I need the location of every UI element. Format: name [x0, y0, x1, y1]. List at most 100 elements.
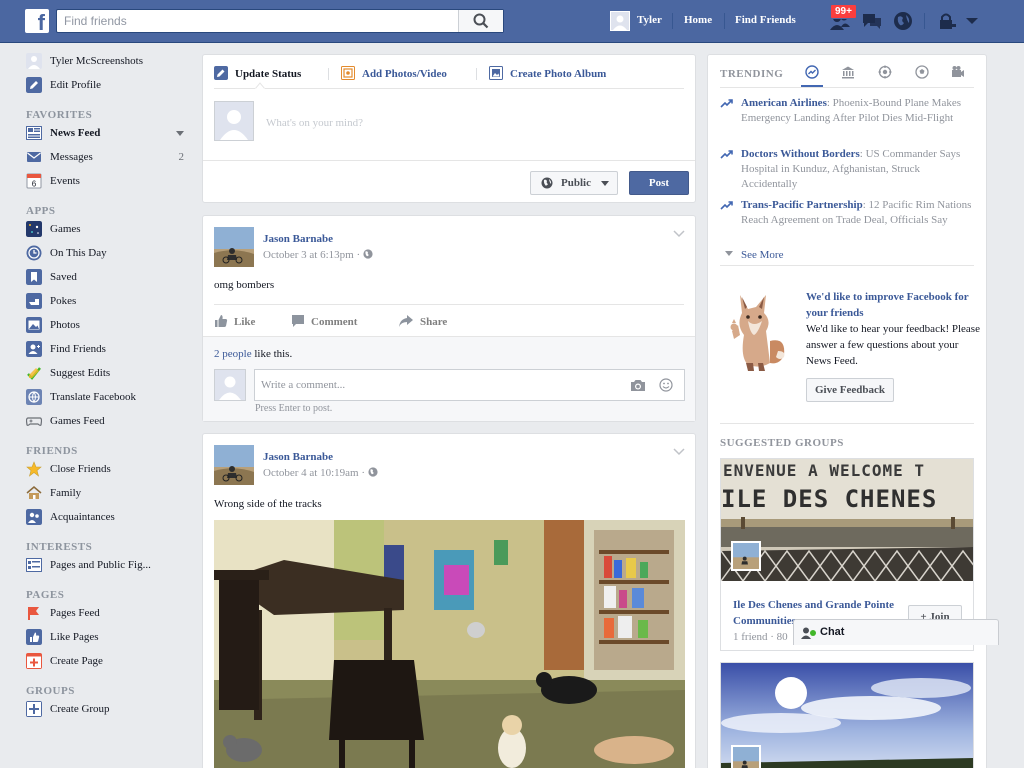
- photo-album-icon: [489, 66, 503, 80]
- trending-arrow-icon: [720, 150, 733, 159]
- sidebar-item-games-feed[interactable]: Games Feed: [26, 412, 190, 436]
- comment-input[interactable]: [255, 370, 615, 400]
- sidebar-item-photos[interactable]: Photos: [26, 316, 190, 340]
- notifications-globe-icon[interactable]: [892, 11, 914, 31]
- sidebar-item-pokes[interactable]: Pokes: [26, 292, 190, 316]
- trending-item[interactable]: American Airlines: Phoenix-Bound Plane M…: [720, 96, 978, 126]
- calendar-day-number: 6: [32, 180, 37, 189]
- sidebar-profile-link[interactable]: Tyler McScreenshots: [26, 52, 190, 76]
- sidebar-item-pages-feed[interactable]: Pages Feed: [26, 604, 190, 628]
- trending-politics-icon[interactable]: [841, 65, 855, 79]
- trending-topic[interactable]: Doctors Without Borders: [741, 148, 860, 160]
- likers-link[interactable]: 2 people: [214, 348, 252, 360]
- story-options-chevron-down-icon[interactable]: [673, 448, 685, 456]
- nav-separator: [924, 13, 925, 29]
- facebook-logo[interactable]: f: [25, 9, 49, 33]
- share-button[interactable]: Share: [398, 314, 447, 329]
- sidebar-item-events[interactable]: 6 Events: [26, 172, 190, 196]
- news-feed-options-chevron-down-icon[interactable]: [176, 131, 184, 136]
- nav-home-link[interactable]: Home: [684, 14, 712, 26]
- sidebar-item-close-friends[interactable]: Close Friends: [26, 460, 190, 484]
- trending-science-icon[interactable]: [878, 65, 892, 79]
- find-friends-icon: [26, 341, 42, 357]
- messages-icon: [27, 152, 41, 162]
- tab-create-photo-album[interactable]: Create Photo Album: [489, 66, 606, 82]
- sidebar-edit-profile[interactable]: Edit Profile: [26, 76, 190, 100]
- account-menu-chevron-down-icon[interactable]: [964, 11, 980, 31]
- feedback-title-link[interactable]: We'd like to improve Facebook for your f…: [806, 289, 982, 321]
- sidebar-item-find-friends[interactable]: Find Friends: [26, 340, 190, 364]
- sidebar-item-games[interactable]: Games: [26, 220, 190, 244]
- status-composer: Update Status Add Photos/Video Create Ph…: [202, 54, 696, 203]
- sidebar-item-pages-public-figures[interactable]: Pages and Public Fig...: [26, 556, 190, 580]
- emoji-smiley-icon[interactable]: [659, 378, 673, 392]
- author-name-link[interactable]: Jason Barnabe: [263, 451, 333, 463]
- search-button[interactable]: [458, 10, 503, 32]
- poke-hand-icon: [26, 293, 42, 309]
- story-options-chevron-down-icon[interactable]: [673, 230, 685, 238]
- audience-label: Public: [561, 177, 591, 189]
- sidebar-item-label: Family: [50, 487, 82, 499]
- chat-label: Chat: [820, 626, 845, 638]
- post-button[interactable]: Post: [629, 171, 689, 195]
- audience-selector-button[interactable]: Public: [530, 171, 618, 195]
- search-icon: [473, 13, 489, 29]
- sidebar-item-translate-facebook[interactable]: Translate Facebook: [26, 388, 190, 412]
- nav-find-friends-link[interactable]: Find Friends: [735, 14, 796, 26]
- nav-profile-link[interactable]: Tyler: [637, 14, 662, 26]
- sidebar-item-label: Pokes: [50, 295, 77, 307]
- trending-topic[interactable]: American Airlines: [741, 97, 827, 109]
- chat-sidebar-toggle[interactable]: Chat: [793, 619, 999, 645]
- trending-item[interactable]: Trans-Pacific Partnership: 12 Pacific Ri…: [720, 198, 978, 228]
- author-name-link[interactable]: Jason Barnabe: [263, 233, 333, 245]
- tab-add-photos-video[interactable]: Add Photos/Video: [341, 66, 447, 82]
- sidebar-item-label: Pages and Public Fig...: [50, 559, 151, 571]
- trending-topic[interactable]: Trans-Pacific Partnership: [741, 199, 863, 211]
- group-cover-photo[interactable]: ENVENUE A WELCOME T ILE DES CHENES: [721, 459, 973, 581]
- sidebar-item-news-feed[interactable]: News Feed: [26, 124, 190, 148]
- story-photo[interactable]: [214, 520, 685, 768]
- trending-entertainment-icon[interactable]: [951, 65, 965, 79]
- tab-update-status[interactable]: Update Status: [214, 66, 301, 82]
- feedback-description: We'd like to hear your feedback! Please …: [806, 323, 980, 367]
- search-input[interactable]: [57, 10, 459, 32]
- status-input[interactable]: [266, 115, 666, 131]
- story-timestamp[interactable]: October 4 at 10:19am ·: [263, 467, 378, 479]
- messages-icon[interactable]: [861, 11, 883, 31]
- sidebar-item-create-page[interactable]: Create Page: [26, 652, 190, 676]
- like-label: Like: [234, 316, 256, 328]
- suggested-group-card[interactable]: [720, 662, 974, 768]
- suggested-groups-title: SUGGESTED GROUPS: [720, 437, 844, 449]
- sidebar-item-create-group[interactable]: Create Group: [26, 700, 190, 724]
- sidebar-item-family[interactable]: Family: [26, 484, 190, 508]
- trending-top-icon[interactable]: [805, 65, 819, 79]
- sidebar-item-label: Edit Profile: [50, 79, 102, 91]
- trending-item[interactable]: Doctors Without Borders: US Commander Sa…: [720, 147, 978, 192]
- comment-button[interactable]: Comment: [291, 314, 357, 329]
- chevron-down-icon: [725, 251, 733, 256]
- pages-feed-flag-icon: [28, 607, 39, 620]
- give-feedback-button[interactable]: Give Feedback: [806, 378, 894, 402]
- sidebar-item-messages[interactable]: Messages 2: [26, 148, 190, 172]
- sidebar-item-on-this-day[interactable]: On This Day: [26, 244, 190, 268]
- sidebar-item-saved[interactable]: Saved: [26, 268, 190, 292]
- user-avatar[interactable]: [610, 11, 630, 31]
- search-box: [56, 9, 504, 33]
- default-avatar-icon: [611, 12, 629, 30]
- like-button[interactable]: Like: [214, 314, 255, 329]
- trending-sports-icon[interactable]: [915, 65, 929, 79]
- author-avatar[interactable]: [214, 227, 254, 267]
- camera-icon[interactable]: [630, 379, 646, 392]
- privacy-shortcuts-lock-icon[interactable]: [936, 11, 958, 31]
- comment-bubble-icon: [292, 315, 304, 327]
- story-timestamp[interactable]: October 3 at 6:13pm ·: [263, 249, 373, 261]
- trending-see-more-link[interactable]: See More: [725, 249, 783, 261]
- sidebar-item-like-pages[interactable]: Like Pages: [26, 628, 190, 652]
- sidebar-item-acquaintances[interactable]: Acquaintances: [26, 508, 190, 532]
- author-avatar[interactable]: [214, 445, 254, 485]
- group-thumbnail: [731, 745, 761, 768]
- sidebar-item-label: Create Group: [50, 703, 110, 715]
- trending-arrow-icon: [720, 99, 733, 108]
- sidebar-item-suggest-edits[interactable]: Suggest Edits: [26, 364, 190, 388]
- story-divider: [214, 304, 684, 305]
